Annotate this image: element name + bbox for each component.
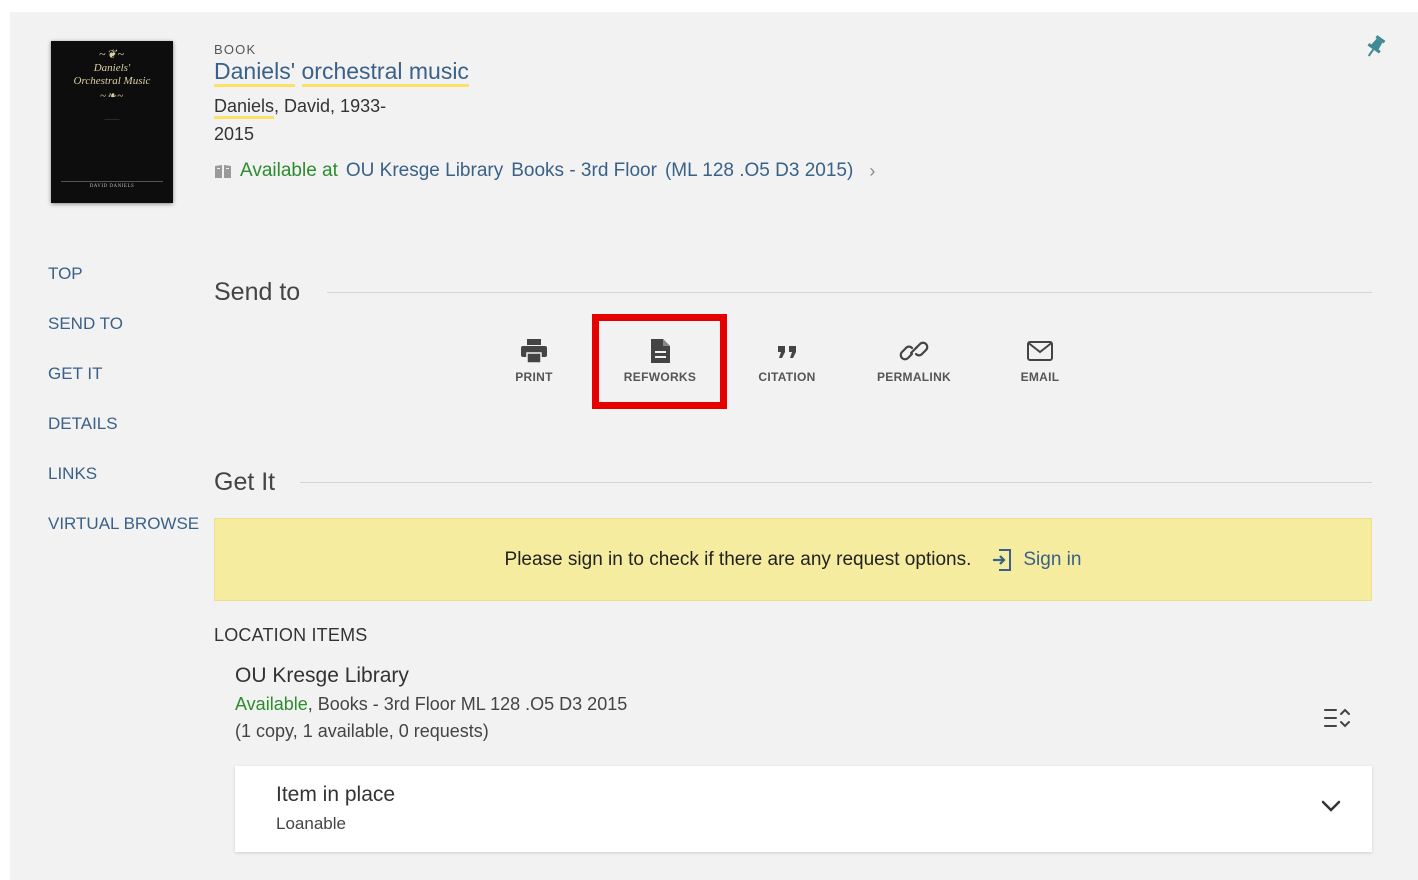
get-it-heading: Get It [214, 468, 276, 496]
sort-filter-icon[interactable] [1322, 705, 1352, 731]
quote-icon [778, 346, 796, 358]
cover-ornament: ~❦~ [98, 47, 126, 61]
nav-links[interactable]: LINKS [48, 462, 199, 512]
nav-virtual-browse[interactable]: VIRTUAL BROWSE [48, 512, 199, 562]
signin-label: Sign in [1023, 548, 1082, 570]
signin-prompt-bar: Please sign in to check if there are any… [214, 518, 1372, 601]
print-icon [521, 339, 547, 364]
availability-line[interactable]: Available at OU Kresge Library Books - 3… [214, 160, 875, 182]
chevron-down-icon[interactable] [1320, 798, 1342, 814]
item-row[interactable]: Item in place Loanable [235, 766, 1372, 852]
permalink-label: PERMALINK [876, 370, 952, 384]
citation-label: CITATION [758, 370, 816, 384]
signin-icon [993, 548, 1012, 571]
creator-name[interactable]: Daniels [214, 96, 275, 119]
pin-icon[interactable] [1364, 34, 1386, 60]
location-name: OU Kresge Library [235, 664, 409, 687]
email-button[interactable]: EMAIL [990, 338, 1090, 384]
get-it-divider [300, 482, 1372, 483]
availability-call-number: (ML 128 .O5 D3 2015) [664, 160, 854, 181]
section-nav: TOP SEND TO GET IT DETAILS LINKS VIRTUAL… [48, 262, 199, 562]
print-button[interactable]: PRINT [484, 338, 584, 384]
resource-type: BOOK [214, 42, 257, 57]
title-part2[interactable]: orchestral music [301, 58, 469, 87]
cover-ornament-lower: ~❧~ [99, 90, 125, 102]
nav-send-to[interactable]: SEND TO [48, 312, 199, 362]
cover-author: DAVID DANIELS [61, 181, 163, 189]
availability-status: Available at [240, 160, 338, 181]
nav-top[interactable]: TOP [48, 262, 199, 312]
record-title[interactable]: Daniels' orchestral music [214, 58, 469, 87]
creator-rest: , David, 1933- [274, 96, 387, 116]
send-to-divider [327, 292, 1372, 293]
availability-library: OU Kresge Library [345, 160, 504, 181]
title-part1[interactable]: Daniels' [214, 58, 296, 87]
publication-date: 2015 [214, 124, 255, 144]
location-items-heading: LOCATION ITEMS [214, 625, 368, 645]
book-cover-thumbnail[interactable]: ~❦~ Daniels' Orchestral Music ~❧~ ——— DA… [51, 41, 173, 203]
nav-details[interactable]: DETAILS [48, 412, 199, 462]
link-icon [899, 341, 929, 361]
location-copies: (1 copy, 1 available, 0 requests) [235, 721, 489, 741]
citation-button[interactable]: CITATION [737, 338, 837, 384]
email-label: EMAIL [1020, 370, 1060, 384]
location-status: Available [235, 694, 308, 714]
signin-message: Please sign in to check if there are any… [504, 548, 972, 570]
cover-title-line1: Daniels' [93, 62, 131, 74]
item-policy: Loanable [276, 814, 346, 833]
record-creator: Daniels, David, 1933- 2015 [214, 92, 386, 148]
cover-edition: ——— [104, 118, 120, 123]
availability-location: Books - 3rd Floor [511, 160, 657, 181]
signin-button[interactable]: Sign in [991, 547, 1081, 573]
mail-icon [1027, 341, 1053, 361]
book-icon [215, 164, 231, 178]
refworks-highlight-annotation [592, 314, 727, 409]
location-detail: Available, Books - 3rd Floor ML 128 .O5 … [235, 694, 627, 715]
chevron-right-icon: › [869, 160, 876, 181]
item-status: Item in place [276, 783, 396, 806]
cover-title-line2: Orchestral Music [73, 75, 151, 87]
print-label: PRINT [515, 370, 553, 384]
send-to-heading: Send to [214, 278, 301, 306]
location-shelf: , Books - 3rd Floor ML 128 .O5 D3 2015 [307, 694, 628, 714]
nav-get-it[interactable]: GET IT [48, 362, 199, 412]
permalink-button[interactable]: PERMALINK [864, 338, 964, 384]
